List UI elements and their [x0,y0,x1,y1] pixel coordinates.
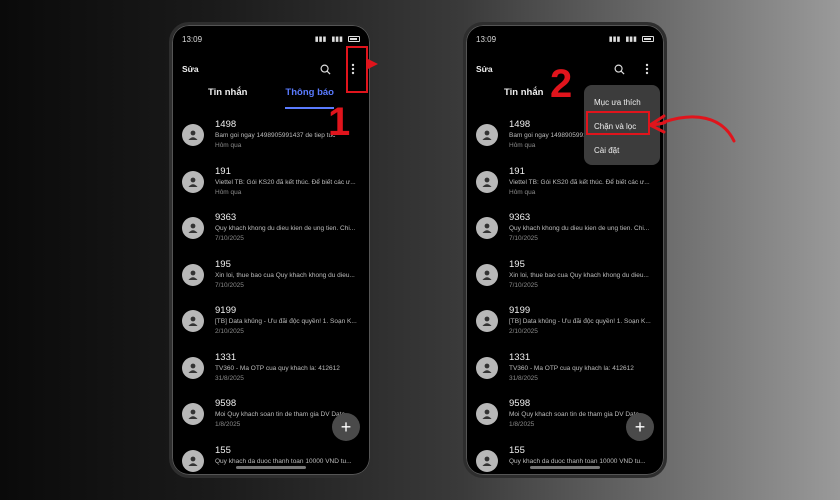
message-preview: [TB] Data khủng - Ưu đãi độc quyền! 1. S… [215,318,357,325]
list-item[interactable]: 155 Quy khach da duoc thanh toan 10000 VN… [476,441,658,476]
edit-button[interactable]: Sửa [182,64,199,74]
search-icon[interactable] [612,62,626,76]
avatar [182,217,204,239]
avatar [476,217,498,239]
message-date: 2/10/2025 [509,328,538,335]
avatar [182,170,204,193]
step-number-2: 2 [550,62,573,106]
battery-icon [642,36,654,42]
sender-name: 9598 [215,398,237,409]
avatar [182,263,204,286]
sender-name: 191 [509,165,525,177]
avatar [476,170,498,193]
status-icons: ▮▮▮ ▮▮▮ [315,35,360,43]
sender-name: 155 [215,444,231,456]
compose-button[interactable]: + [332,413,360,441]
home-indicator [530,466,600,469]
step-number-1: 1 [328,100,351,144]
message-date: 7/10/2025 [215,235,244,242]
app-bar: Sửa [182,61,360,77]
sender-name: 1331 [509,351,531,363]
menu-item-settings[interactable]: Cài đặt [584,139,660,163]
avatar [476,356,498,379]
avatar [476,449,498,472]
sender-name: 9199 [509,305,531,316]
message-preview: Quy khach da duoc thanh toan 10000 VND t… [509,457,646,465]
avatar [182,449,204,472]
sender-name: 155 [509,444,525,456]
list-item[interactable]: 155 Quy khach da duoc thanh toan 10000 VN… [182,441,364,476]
signal-icon: ▮▮▮ [625,36,637,43]
message-preview: Quy khach khong du dieu kien de ung tien… [509,225,650,232]
message-date: Hôm qua [215,188,242,196]
sender-name: 9598 [509,398,531,409]
list-item[interactable]: 9363 Quy khach khong du dieu kien de ung … [182,208,364,255]
avatar [182,310,204,332]
signal-icon: ▮▮▮ [331,36,343,43]
compose-button[interactable]: + [626,413,654,441]
list-item[interactable]: 191 Viettel TB: Gói KS20 đã kết thúc. Để … [476,162,658,209]
signal-icon: ▮▮▮ [608,36,621,43]
list-item[interactable]: 9199 [TB] Data khủng - Ưu đãi độc quyền! … [476,301,658,348]
status-bar: 13:09 ▮▮▮ ▮▮▮ [182,33,360,45]
message-date: 31/8/2025 [215,374,244,382]
status-time: 13:09 [182,34,203,44]
sender-name: 195 [509,258,525,270]
list-item[interactable]: 1331 TV360 - Ma OTP cua quy khach la: 412… [476,348,658,395]
message-preview: Xin loi, thue bao cua Quy khach khong du… [215,271,355,279]
annotation-arrows [366,58,736,143]
menu-item-block-filter[interactable]: Chặn và lọc [584,115,660,139]
battery-icon [348,36,360,42]
overflow-menu: Mục ưa thích Chặn và lọc Cài đặt [584,85,660,165]
status-icons: ▮▮▮ ▮▮▮ [609,35,654,43]
avatar [476,403,498,425]
message-date: 7/10/2025 [509,281,538,289]
avatar [182,356,204,379]
message-preview: Quy khach khong du dieu kien de ung tien… [215,225,356,232]
message-preview: Quy khach da duoc thanh toan 10000 VND t… [215,457,352,465]
menu-item-favorites[interactable]: Mục ưa thích [584,91,660,115]
sender-name: 9363 [215,212,237,223]
list-item[interactable]: 9363 Quy khach khong du dieu kien de ung … [476,208,658,255]
more-options-icon[interactable] [346,62,360,76]
status-bar: 13:09 ▮▮▮ ▮▮▮ [476,33,654,45]
home-indicator [236,466,306,469]
sender-name: 9199 [215,305,237,316]
avatar [476,263,498,286]
list-item[interactable]: 191 Viettel TB: Gói KS20 đã kết thúc. Để … [182,162,364,209]
tab-messages[interactable]: Tin nhắn [504,87,543,109]
avatar [476,310,498,332]
tab-messages[interactable]: Tin nhắn [208,87,247,109]
message-date: 7/10/2025 [215,281,244,289]
list-item[interactable]: 9199 [TB] Data khủng - Ưu đãi độc quyền! … [182,301,364,348]
avatar [476,124,498,146]
more-options-icon[interactable] [640,62,654,76]
signal-icon: ▮▮▮ [314,36,327,43]
message-date: 31/8/2025 [509,374,538,382]
list-item[interactable]: 1331 TV360 - Ma OTP cua quy khach la: 412… [182,348,364,395]
message-preview: Viettel TB: Gói KS20 đã kết thúc. Để biế… [509,178,650,186]
list-item[interactable]: 195 Xin loi, thue bao cua Quy khach khong… [182,255,364,302]
message-preview: Viettel TB: Gói KS20 đã kết thúc. Để biế… [215,178,356,186]
message-preview: Xin loi, thue bao cua Quy khach khong du… [509,271,649,279]
message-date: 7/10/2025 [509,235,538,242]
message-preview: [TB] Data khủng - Ưu đãi độc quyền! 1. S… [509,318,651,325]
sender-name: 9363 [509,212,531,223]
avatar [182,403,204,425]
sender-name: 195 [215,258,231,270]
message-date: 2/10/2025 [215,328,244,335]
sender-name: 191 [215,165,231,177]
search-icon[interactable] [318,62,332,76]
edit-button[interactable]: Sửa [476,64,493,74]
message-preview: TV360 - Ma OTP cua quy khach la: 412612 [509,364,634,372]
status-time: 13:09 [476,34,497,44]
list-item[interactable]: 195 Xin loi, thue bao cua Quy khach khong… [476,255,658,302]
message-date: Hôm qua [509,188,536,196]
avatar [182,124,204,146]
phone-screen-left: 13:09 ▮▮▮ ▮▮▮ Sửa Tin nhắn Thông báo 149… [169,22,373,478]
tab-notifications[interactable]: Thông báo [285,87,334,109]
sender-name: 1331 [215,351,237,363]
message-preview: TV360 - Ma OTP cua quy khach la: 412612 [215,364,340,372]
